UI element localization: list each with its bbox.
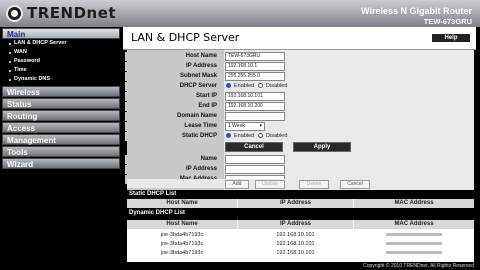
static-dhcp-label: Static DHCP bbox=[125, 132, 220, 141]
domain-name-label: Domain Name bbox=[125, 112, 220, 121]
product-info: Wireless N Gigabit Router TEW-673GRU bbox=[361, 6, 472, 26]
dynamic-dhcp-list-title: Dynamic DHCP List bbox=[127, 209, 474, 218]
row-dhcp-server: DHCP Server Enabled Disabled bbox=[125, 81, 474, 91]
dhcp-disabled-label: Disabled bbox=[266, 83, 288, 89]
host-name-input[interactable]: TEW-673GRU bbox=[225, 52, 285, 61]
row-domain-name: Domain Name bbox=[125, 111, 474, 121]
nav-section-main[interactable]: Main bbox=[2, 28, 120, 39]
nav-section-wireless[interactable]: Wireless bbox=[2, 86, 120, 97]
dhcp-enabled-radio[interactable] bbox=[226, 83, 231, 88]
row-form-buttons: Cancel Apply bbox=[127, 141, 474, 152]
end-ip-label: End IP bbox=[125, 102, 220, 111]
page-title: LAN & DHCP Server bbox=[131, 31, 240, 44]
product-model: TEW-673GRU bbox=[423, 17, 472, 26]
dynamic-col-mac: MAC Address bbox=[354, 220, 474, 229]
brand-logo: TRENDnet bbox=[6, 4, 116, 22]
static-dhcp-list-title: Static DHCP List bbox=[127, 190, 474, 199]
row-start-ip: Start IP 192.168.10.101 bbox=[125, 91, 474, 101]
table-cell-ip: 192.168.10.101 bbox=[276, 232, 315, 238]
end-ip-input[interactable]: 192.168.10.200 bbox=[225, 102, 285, 111]
nav-item-password[interactable]: Password bbox=[0, 57, 123, 66]
apply-button[interactable]: Apply bbox=[293, 142, 351, 152]
start-ip-label: Start IP bbox=[125, 92, 220, 101]
update-button[interactable]: Update bbox=[255, 180, 285, 189]
copyright-footer: Copyright © 2010 TRENDnet. All Rights Re… bbox=[363, 263, 474, 269]
nav-item-time[interactable]: Time bbox=[0, 66, 123, 75]
sidebar-nav: Main LAN & DHCP Server WAN Password Time… bbox=[0, 27, 123, 270]
delete-button[interactable]: Delete bbox=[299, 180, 329, 189]
chevron-down-icon: ▾ bbox=[259, 123, 262, 129]
table-cell-host: joe-3bda4b7193c bbox=[160, 232, 204, 238]
row-ip-address: IP Address 192.168.10.1 bbox=[125, 61, 474, 71]
nav-section-management[interactable]: Management bbox=[2, 134, 120, 145]
row-static-buttons: Add Update Delete Cancel bbox=[127, 179, 474, 189]
row-host-name: Host Name TEW-673GRU bbox=[125, 51, 474, 61]
row-lease-time: Lease Time 1 Week ▾ bbox=[125, 121, 474, 131]
dhcp-server-label: DHCP Server bbox=[125, 82, 220, 91]
nav-item-wan[interactable]: WAN bbox=[0, 48, 123, 57]
table-cell-mac-redacted bbox=[354, 231, 474, 239]
trendnet-logo-icon bbox=[6, 4, 23, 22]
subnet-mask-label: Subnet Mask bbox=[125, 72, 220, 81]
table-cell-host: joe-3bda4b7193c bbox=[160, 241, 204, 247]
static-disabled-label: Disabled bbox=[266, 133, 288, 139]
ip-address-label: IP Address bbox=[125, 62, 220, 71]
start-ip-input[interactable]: 192.168.10.101 bbox=[225, 92, 285, 101]
brand-name: TRENDnet bbox=[27, 4, 117, 22]
nav-item-lan-dhcp[interactable]: LAN & DHCP Server bbox=[0, 39, 123, 48]
nav-section-tools[interactable]: Tools bbox=[2, 146, 120, 157]
dhcp-disabled-radio[interactable] bbox=[258, 83, 263, 88]
main-content: LAN & DHCP Server Help Host Name TEW-673… bbox=[123, 27, 476, 270]
row-static-dhcp: Static DHCP Enabled Disabled bbox=[125, 131, 474, 141]
dynamic-col-ip: IP Address bbox=[238, 220, 353, 229]
add-button[interactable]: Add bbox=[225, 180, 249, 189]
nav-section-wizard[interactable]: Wizard bbox=[2, 158, 120, 169]
subnet-mask-input[interactable]: 255.255.255.0 bbox=[225, 72, 285, 81]
table-cell-ip: 192.168.10.101 bbox=[276, 241, 315, 247]
nav-section-routing[interactable]: Routing bbox=[2, 110, 120, 121]
nav-section-status[interactable]: Status bbox=[2, 98, 120, 109]
lease-time-select[interactable]: 1 Week ▾ bbox=[225, 122, 265, 131]
static-dhcp-table: Host Name IP Address MAC Address bbox=[127, 199, 474, 208]
static-cancel-button[interactable]: Cancel bbox=[340, 180, 370, 189]
table-cell-mac-redacted bbox=[354, 240, 474, 248]
nav-section-access[interactable]: Access bbox=[2, 122, 120, 133]
dynamic-dhcp-table: Host Name IP Address MAC Address joe-3bd… bbox=[127, 220, 474, 262]
row-static-ip: IP Address bbox=[125, 164, 474, 174]
header-bar: TRENDnet Wireless N Gigabit Router TEW-6… bbox=[0, 0, 480, 27]
static-col-mac: MAC Address bbox=[354, 199, 474, 208]
table-cell-ip: 192.168.10.101 bbox=[276, 250, 315, 256]
nav-item-dynamic-dns[interactable]: Dynamic DNS bbox=[0, 75, 123, 84]
row-subnet-mask: Subnet Mask 255.255.255.0 bbox=[125, 71, 474, 81]
static-ip-input[interactable] bbox=[225, 165, 285, 174]
row-static-name: Name bbox=[125, 154, 474, 164]
help-button[interactable]: Help bbox=[432, 34, 470, 42]
ip-address-input[interactable]: 192.168.10.1 bbox=[225, 62, 285, 71]
static-col-ip: IP Address bbox=[238, 199, 353, 208]
static-name-input[interactable] bbox=[225, 155, 285, 164]
lan-dhcp-form: Host Name TEW-673GRU IP Address 192.168.… bbox=[125, 50, 474, 190]
static-ip-label: IP Address bbox=[125, 165, 220, 174]
host-name-label: Host Name bbox=[125, 52, 220, 61]
table-cell-host: joe-3bda4b7193c bbox=[160, 250, 204, 256]
cancel-button[interactable]: Cancel bbox=[225, 142, 283, 152]
page-title-bar: LAN & DHCP Server Help bbox=[123, 27, 476, 50]
product-title: Wireless N Gigabit Router bbox=[361, 6, 472, 16]
static-enabled-radio[interactable] bbox=[226, 133, 231, 138]
lease-time-label: Lease Time bbox=[125, 122, 220, 131]
row-end-ip: End IP 192.168.10.200 bbox=[125, 101, 474, 111]
static-name-label: Name bbox=[125, 155, 220, 164]
dynamic-col-host: Host Name bbox=[127, 220, 237, 229]
static-enabled-label: Enabled bbox=[234, 133, 255, 139]
static-disabled-radio[interactable] bbox=[258, 133, 263, 138]
table-cell-mac-redacted bbox=[354, 249, 474, 257]
static-col-host: Host Name bbox=[127, 199, 237, 208]
domain-name-input[interactable] bbox=[225, 112, 285, 121]
lease-time-value: 1 Week bbox=[228, 123, 245, 129]
dhcp-enabled-label: Enabled bbox=[234, 83, 255, 89]
